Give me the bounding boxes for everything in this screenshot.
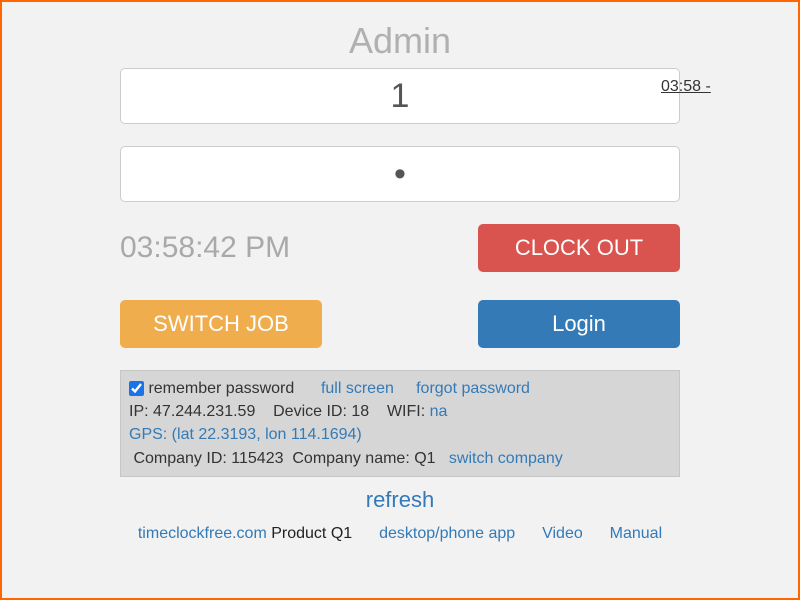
ip-label: IP:	[129, 403, 149, 420]
page-title: Admin	[16, 20, 784, 62]
device-id-value: 18	[351, 403, 369, 420]
clock-out-button[interactable]: CLOCK OUT	[478, 224, 680, 272]
app-frame: Admin 03:58 - 03:58:42 PM CLOCK OUT SWIT…	[0, 0, 800, 600]
clock-row: 03:58:42 PM CLOCK OUT	[120, 224, 680, 272]
device-id-label: Device ID:	[273, 403, 347, 420]
refresh-link[interactable]: refresh	[16, 487, 784, 513]
manual-link[interactable]: Manual	[610, 525, 662, 542]
info-line-remember: remember password full screen forgot pas…	[129, 377, 671, 400]
video-link[interactable]: Video	[542, 525, 583, 542]
company-name-label: Company name:	[292, 450, 409, 467]
switch-company-link[interactable]: switch company	[449, 450, 563, 467]
product-label: Product Q1	[271, 525, 352, 542]
action-button-row: SWITCH JOB Login	[120, 300, 680, 348]
wifi-value: na	[430, 403, 448, 420]
password-row	[16, 146, 784, 202]
username-input[interactable]	[120, 68, 680, 124]
forgot-password-link[interactable]: forgot password	[416, 380, 530, 397]
remember-password-label: remember password	[148, 380, 294, 397]
info-panel: remember password full screen forgot pas…	[120, 370, 680, 477]
footer: timeclockfree.com Product Q1 desktop/pho…	[16, 525, 784, 543]
username-row: 03:58 -	[16, 68, 784, 124]
company-name-value: Q1	[414, 450, 435, 467]
remember-password-checkbox[interactable]	[129, 381, 144, 396]
full-screen-link[interactable]: full screen	[321, 380, 394, 397]
info-line-company: Company ID: 115423 Company name: Q1 swit…	[129, 447, 671, 470]
company-id-label: Company ID:	[133, 450, 226, 467]
app-link[interactable]: desktop/phone app	[379, 525, 515, 542]
gps-line: GPS: (lat 22.3193, lon 114.1694)	[129, 423, 671, 446]
login-button[interactable]: Login	[478, 300, 680, 348]
company-id-value: 115423	[231, 450, 283, 467]
wifi-label: WIFI:	[387, 403, 425, 420]
ip-value: 47.244.231.59	[153, 403, 255, 420]
info-line-network: IP: 47.244.231.59 Device ID: 18 WIFI: na	[129, 400, 671, 423]
password-input[interactable]	[120, 146, 680, 202]
switch-job-button[interactable]: SWITCH JOB	[120, 300, 322, 348]
side-time-link[interactable]: 03:58 -	[661, 78, 711, 96]
clock-display: 03:58:42 PM	[120, 231, 290, 265]
site-link[interactable]: timeclockfree.com	[138, 525, 267, 542]
